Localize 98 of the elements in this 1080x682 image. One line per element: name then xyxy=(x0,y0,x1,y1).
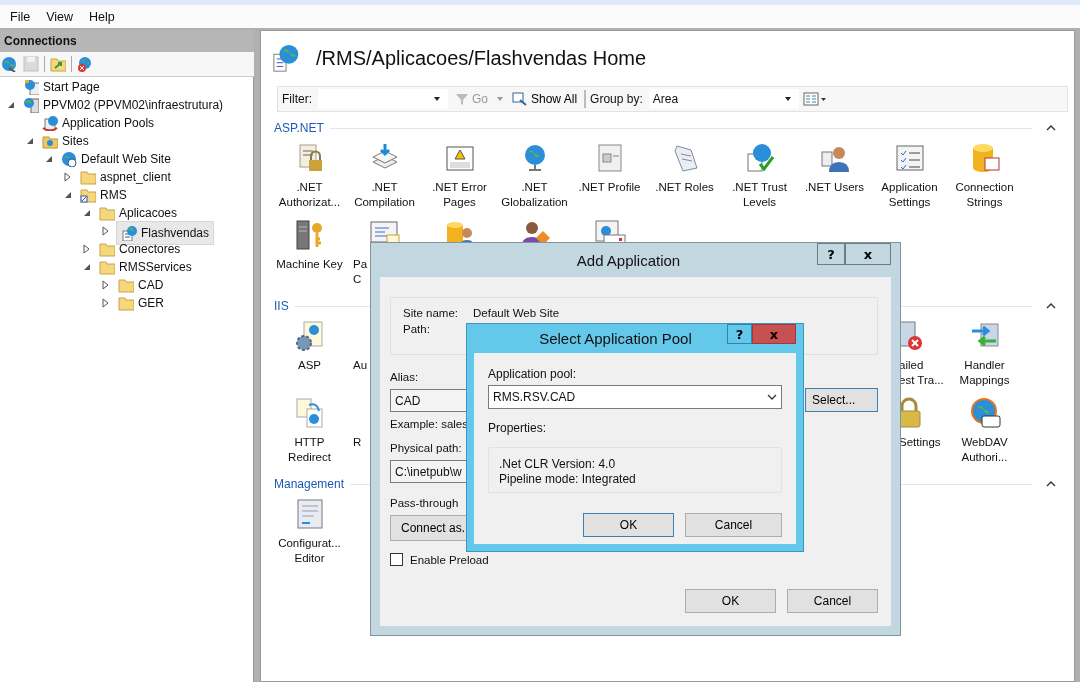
tree-item[interactable]: CAD xyxy=(116,275,168,295)
property-text: Pipeline mode: Integrated xyxy=(499,472,637,486)
gear-page-icon xyxy=(293,320,326,352)
close-button[interactable]: x xyxy=(752,324,796,344)
physical-path-label: Physical path: xyxy=(390,442,462,454)
toolbar-button[interactable] xyxy=(49,55,67,73)
show-all-button[interactable]: Show All xyxy=(509,92,581,106)
feature-label[interactable]: .NET Profile xyxy=(572,180,647,195)
tree-item[interactable]: RMSServices xyxy=(97,257,196,277)
feature-label[interactable]: Configurat... Editor xyxy=(272,536,347,566)
feature-label[interactable]: WebDAV Authori... xyxy=(947,435,1022,465)
feature-label[interactable]: Connection Strings xyxy=(947,180,1022,210)
alias-label: Alias: xyxy=(390,371,419,383)
documents-globe-icon xyxy=(293,397,326,429)
app-icon xyxy=(121,225,137,241)
feature-label[interactable]: R xyxy=(347,435,362,450)
pool-icon xyxy=(42,115,58,131)
folder-up-icon xyxy=(50,56,66,72)
property-text: .Net CLR Version: 4.0 xyxy=(499,457,617,471)
tree-item[interactable]: Start Page xyxy=(21,77,104,97)
feature-label[interactable]: Handler Mappings xyxy=(947,358,1022,388)
tree-item[interactable]: aspnet_client xyxy=(78,167,175,187)
feature-label[interactable]: .NET Authorizat... xyxy=(272,180,347,210)
checklist-icon xyxy=(893,142,926,174)
checkbox[interactable] xyxy=(390,553,403,566)
chevron-up-icon[interactable] xyxy=(1046,302,1056,310)
dialog-button[interactable]: Cancel xyxy=(787,589,878,613)
site-name-label: Site name: xyxy=(403,307,459,319)
help-button[interactable]: ? xyxy=(817,243,845,265)
feature-label[interactable]: Application Settings xyxy=(872,180,947,210)
feature-label[interactable]: ASP xyxy=(272,358,347,373)
section-title: IIS xyxy=(273,299,289,313)
tree-item[interactable]: Default Web Site xyxy=(59,149,175,169)
toolbar-button[interactable] xyxy=(0,55,18,73)
feature-label[interactable]: Au xyxy=(347,358,368,373)
chevron-up-icon[interactable] xyxy=(1046,480,1056,488)
properties-label: Properties: xyxy=(488,421,548,435)
menu-item[interactable]: Help xyxy=(81,9,123,24)
pool-dropdown[interactable]: RMS.RSV.CAD xyxy=(488,385,782,409)
feature-label[interactable]: Machine Key xyxy=(272,257,347,272)
help-button[interactable]: ? xyxy=(727,324,752,344)
tree-item[interactable]: Flashvendas xyxy=(116,221,215,245)
panel-title: Connections xyxy=(0,30,254,52)
tree-item[interactable]: Application Pools xyxy=(40,113,159,133)
tree-item[interactable]: GER xyxy=(116,293,168,313)
dialog-button[interactable]: OK xyxy=(685,589,776,613)
feature-label[interactable]: .NET Globalization xyxy=(497,180,572,210)
group-by-dropdown[interactable]: Area xyxy=(648,89,799,109)
globe-connect-icon xyxy=(1,56,17,72)
server-icon xyxy=(23,97,39,113)
folder-icon xyxy=(99,205,115,221)
site-icon xyxy=(61,151,77,167)
feature-label[interactable]: .NET Trust Levels xyxy=(722,180,797,210)
select-button[interactable]: Select... xyxy=(805,388,878,412)
page-icon xyxy=(23,79,39,95)
section-title: Management xyxy=(273,477,345,491)
site-name-value: Default Web Site xyxy=(473,307,561,319)
tree-item[interactable]: Aplicacoes xyxy=(97,203,182,223)
feature-label[interactable]: .NET Compilation xyxy=(347,180,422,210)
toolbar-button[interactable] xyxy=(76,55,94,73)
menu-item[interactable]: File xyxy=(2,9,39,24)
save-icon xyxy=(23,56,39,72)
dialog-button[interactable]: Cancel xyxy=(685,513,782,537)
folder-icon xyxy=(99,241,115,257)
folder-icon xyxy=(80,169,96,185)
dialog-title: Add Application xyxy=(575,251,682,269)
funnel-icon xyxy=(455,92,469,106)
tree-item[interactable]: PPVM02 (PPVM02\infraestrutura) xyxy=(21,95,228,115)
chevron-down-icon[interactable] xyxy=(767,394,777,400)
chevron-up-icon[interactable] xyxy=(1046,124,1056,132)
feature-label[interactable]: .NET Roles xyxy=(647,180,722,195)
page-title: /RMS/Aplicacoes/Flashvendas Home xyxy=(316,46,647,70)
dialog-title: Select Application Pool xyxy=(538,329,693,347)
globe-remove-icon xyxy=(77,56,93,72)
view-grid-icon[interactable] xyxy=(802,92,827,106)
folder-icon xyxy=(99,259,115,275)
group-by-label: Group by: xyxy=(590,92,643,106)
window-search-icon xyxy=(512,92,528,106)
tree-item[interactable]: Sites xyxy=(40,131,93,151)
filter-field[interactable] xyxy=(318,89,448,109)
filter-label: Filter: xyxy=(282,92,312,106)
tree-item[interactable]: RMS xyxy=(78,185,131,205)
checkbox-label[interactable]: Enable Preload xyxy=(410,553,489,566)
feature-label[interactable]: .NET Users xyxy=(797,180,872,195)
globe-badge-icon xyxy=(968,397,1001,429)
example-text: Example: sales xyxy=(390,418,468,430)
dialog-button[interactable]: OK xyxy=(583,513,674,537)
menu-item[interactable]: View xyxy=(38,9,82,24)
feature-label[interactable]: .NET Error Pages xyxy=(422,180,497,210)
section-title: ASP.NET xyxy=(273,121,324,135)
feature-label[interactable]: HTTP Redirect xyxy=(272,435,347,465)
feature-label[interactable]: Pa C xyxy=(347,257,368,287)
folder-icon xyxy=(118,277,134,293)
pass-through-label: Pass-through xyxy=(390,497,459,509)
close-button[interactable]: x xyxy=(845,243,891,265)
path-label: Path: xyxy=(403,323,431,335)
pool-label: Application pool: xyxy=(488,367,578,381)
folder-icon xyxy=(118,295,134,311)
